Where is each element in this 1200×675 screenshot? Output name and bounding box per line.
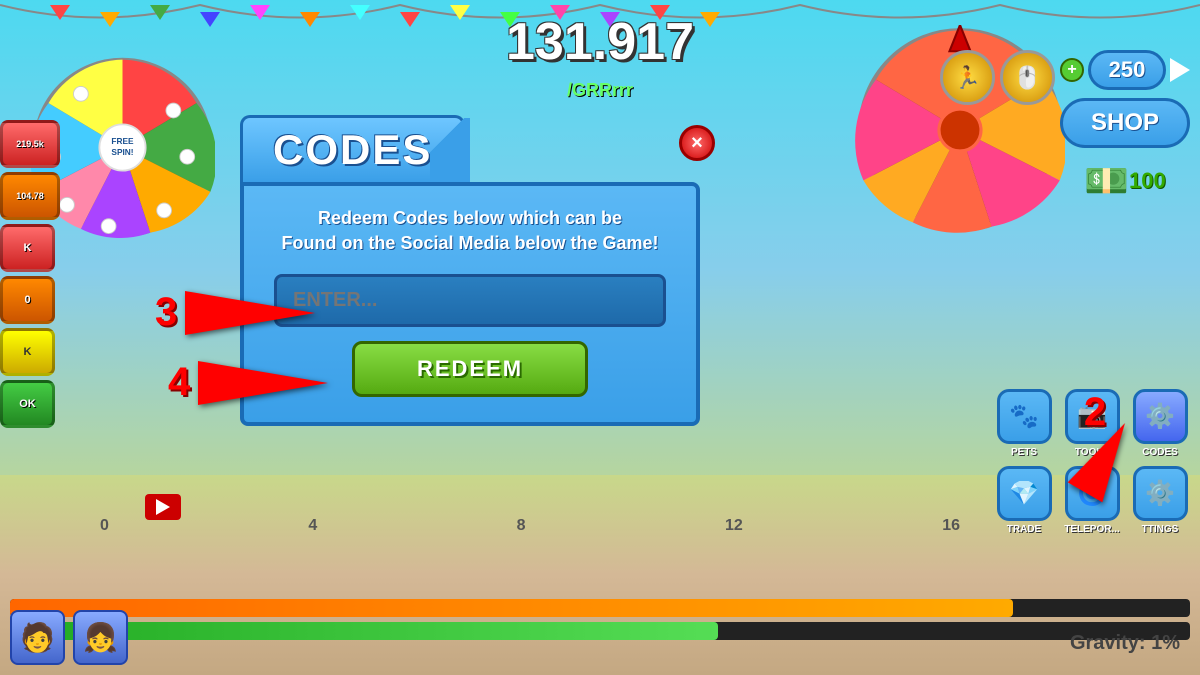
- settings-icon: ⚙️: [1133, 466, 1188, 521]
- teleport-label: TELEPOR...: [1064, 524, 1120, 535]
- currency-display: 250: [1088, 50, 1166, 90]
- progress-bars-panel: [0, 599, 1200, 645]
- ground-num-8: 8: [517, 517, 526, 535]
- gravity-display: Gravity: 1%: [1070, 632, 1180, 655]
- arrow-3-shape: [185, 291, 315, 335]
- currency-play-button[interactable]: [1170, 58, 1190, 82]
- arrow-4-indicator: 4: [168, 360, 328, 405]
- arrow-2-indicator: 2: [1075, 390, 1115, 515]
- svg-text:SPIN!: SPIN!: [111, 147, 133, 157]
- trade-icon: 💎: [997, 466, 1052, 521]
- pets-icon: 🐾: [997, 389, 1052, 444]
- arrow-4-number: 4: [168, 360, 190, 405]
- left-btn-green[interactable]: OK: [0, 380, 55, 428]
- nav-trade[interactable]: 💎 TRADE: [994, 466, 1054, 535]
- nav-codes[interactable]: ⚙️ CODES: [1130, 389, 1190, 458]
- bunting-decoration: [0, 0, 1200, 40]
- left-btn-0[interactable]: 0: [0, 276, 55, 324]
- dialog-title: CODES: [240, 115, 465, 182]
- arrow-3-indicator: 3: [155, 290, 315, 335]
- username-display: /GRRrrr: [567, 80, 633, 101]
- skill-icon-run[interactable]: 🏃: [940, 50, 995, 105]
- left-button-panel: 219.5k 104.78 K 0 K OK: [0, 120, 60, 428]
- currency-plus-button[interactable]: +: [1060, 58, 1084, 82]
- svg-text:FREE: FREE: [111, 136, 134, 146]
- progress-bar-green-container: [10, 622, 1190, 640]
- player-avatar: 🧑: [10, 610, 65, 665]
- skill-icons-panel: 🏃 🖱️: [940, 50, 1055, 105]
- currency-row: + 250: [1060, 50, 1190, 90]
- close-button[interactable]: ×: [679, 125, 715, 161]
- youtube-icon: [145, 494, 181, 520]
- left-btn-2[interactable]: 104.78: [0, 172, 60, 220]
- dialog-description: Redeem Codes below which can be Found on…: [274, 206, 666, 256]
- progress-bar-orange-container: [10, 599, 1190, 617]
- nav-pets[interactable]: 🐾 PETS: [994, 389, 1054, 458]
- avatar-area: 🧑 👧: [10, 610, 128, 665]
- youtube-play-icon: [156, 499, 170, 515]
- ground-num-12: 12: [725, 517, 743, 535]
- left-btn-k1[interactable]: K: [0, 224, 55, 272]
- codes-label: CODES: [1142, 447, 1178, 458]
- money-display-area: 💵 100: [1060, 160, 1190, 202]
- nav-settings[interactable]: ⚙️ TTINGS: [1130, 466, 1190, 535]
- pets-label: PETS: [1011, 447, 1037, 458]
- other-avatar: 👧: [73, 610, 128, 665]
- right-panel: + 250 SHOP 💵 100: [1060, 50, 1190, 202]
- left-btn-1[interactable]: 219.5k: [0, 120, 60, 168]
- ground-num-0: 0: [100, 517, 109, 535]
- arrow-4-shape: [198, 361, 328, 405]
- arrow-3-number: 3: [155, 290, 177, 335]
- ground-num-16: 16: [942, 517, 960, 535]
- ground-numbers: 0 4 8 12 16: [100, 517, 960, 535]
- left-btn-yellow[interactable]: K: [0, 328, 55, 376]
- trade-label: TRADE: [1007, 524, 1041, 535]
- shop-button[interactable]: SHOP: [1060, 98, 1190, 148]
- settings-label: TTINGS: [1142, 524, 1179, 535]
- redeem-button[interactable]: REDEEM: [352, 341, 587, 397]
- progress-bar-orange: [10, 599, 1013, 617]
- code-input[interactable]: [274, 274, 666, 327]
- ground-num-4: 4: [308, 517, 317, 535]
- skill-icon-click[interactable]: 🖱️: [1000, 50, 1055, 105]
